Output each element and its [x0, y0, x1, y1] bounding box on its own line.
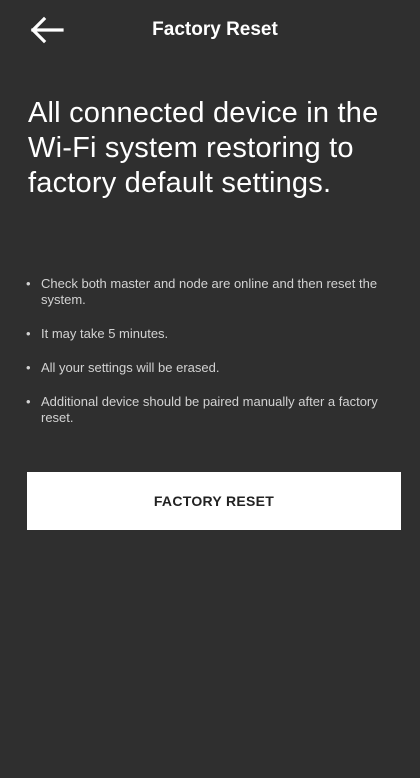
top-bar: Factory Reset — [0, 0, 420, 62]
tip-check-online: • Check both master and node are online … — [24, 276, 396, 308]
bullet-icon: • — [26, 326, 31, 341]
bullet-icon: • — [26, 360, 31, 375]
tip-duration: • It may take 5 minutes. — [24, 326, 396, 342]
reset-tips-list: • Check both master and node are online … — [24, 276, 396, 444]
tip-manual-pairing: • Additional device should be paired man… — [24, 394, 396, 426]
tip-text: All your settings will be erased. — [41, 360, 220, 375]
tip-settings-erased: • All your settings will be erased. — [24, 360, 396, 376]
factory-reset-button[interactable]: FACTORY RESET — [27, 472, 401, 530]
bullet-icon: • — [26, 276, 31, 291]
factory-reset-screen: Factory Reset All connected device in th… — [0, 0, 420, 778]
tip-text: Additional device should be paired manua… — [41, 394, 378, 425]
reset-description-heading: All connected device in the Wi-Fi system… — [28, 97, 379, 199]
bullet-icon: • — [26, 394, 31, 409]
tip-text: Check both master and node are online an… — [41, 276, 378, 307]
tip-text: It may take 5 minutes. — [41, 326, 169, 341]
page-title: Factory Reset — [152, 19, 278, 40]
